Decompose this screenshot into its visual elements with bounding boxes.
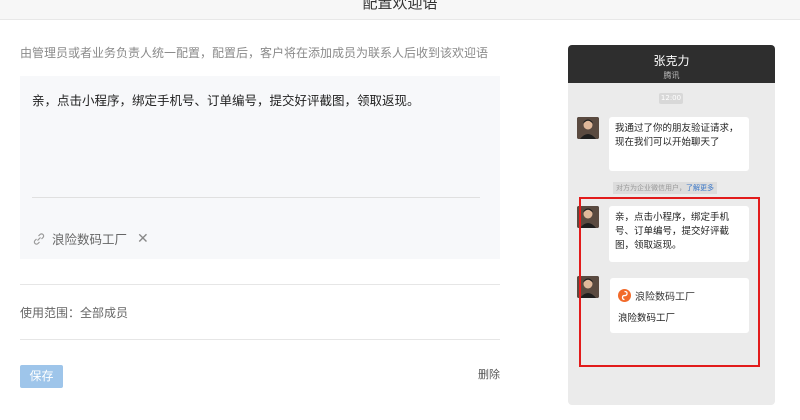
divider: [20, 284, 500, 285]
welcome-text[interactable]: 亲，点击小程序，绑定手机号、订单编号，提交好评截图，领取返现。: [32, 90, 420, 109]
divider: [20, 339, 500, 340]
attachment-item[interactable]: 浪险数码工厂 ✕: [32, 229, 149, 248]
system-note: 对方为企业微信用户，了解更多: [613, 182, 717, 194]
attachment-name: 浪险数码工厂: [52, 232, 128, 247]
page-title: 配置欢迎语: [362, 0, 438, 12]
chat-header: 张克力 腾讯: [568, 45, 775, 83]
avatar: [577, 117, 599, 139]
contact-company: 腾讯: [663, 71, 680, 80]
contact-name: 张克力: [653, 54, 690, 68]
description-text: 由管理员或者业务负责人统一配置，配置后，客户将在添加成员为联系人后收到该欢迎语: [20, 46, 489, 60]
time-badge: 12:00: [659, 93, 683, 104]
link-icon: [32, 232, 46, 246]
learn-more-link[interactable]: 了解更多: [686, 184, 714, 192]
top-bar: 配置欢迎语: [0, 0, 800, 20]
scope-text: 使用范围：全部成员: [20, 306, 129, 320]
welcome-editor[interactable]: 亲，点击小程序，绑定手机号、订单编号，提交好评截图，领取返现。 浪险数码工厂 ✕: [20, 76, 500, 259]
delete-link[interactable]: 删除: [478, 366, 500, 382]
editor-divider: [32, 197, 480, 198]
save-button[interactable]: 保存: [20, 365, 63, 388]
system-note-text: 对方为企业微信用户，: [616, 184, 686, 192]
friend-message-bubble: 我通过了你的朋友验证请求，现在我们可以开始聊天了: [609, 117, 749, 171]
remove-attachment-icon[interactable]: ✕: [137, 231, 149, 247]
highlight-box: [579, 197, 760, 367]
